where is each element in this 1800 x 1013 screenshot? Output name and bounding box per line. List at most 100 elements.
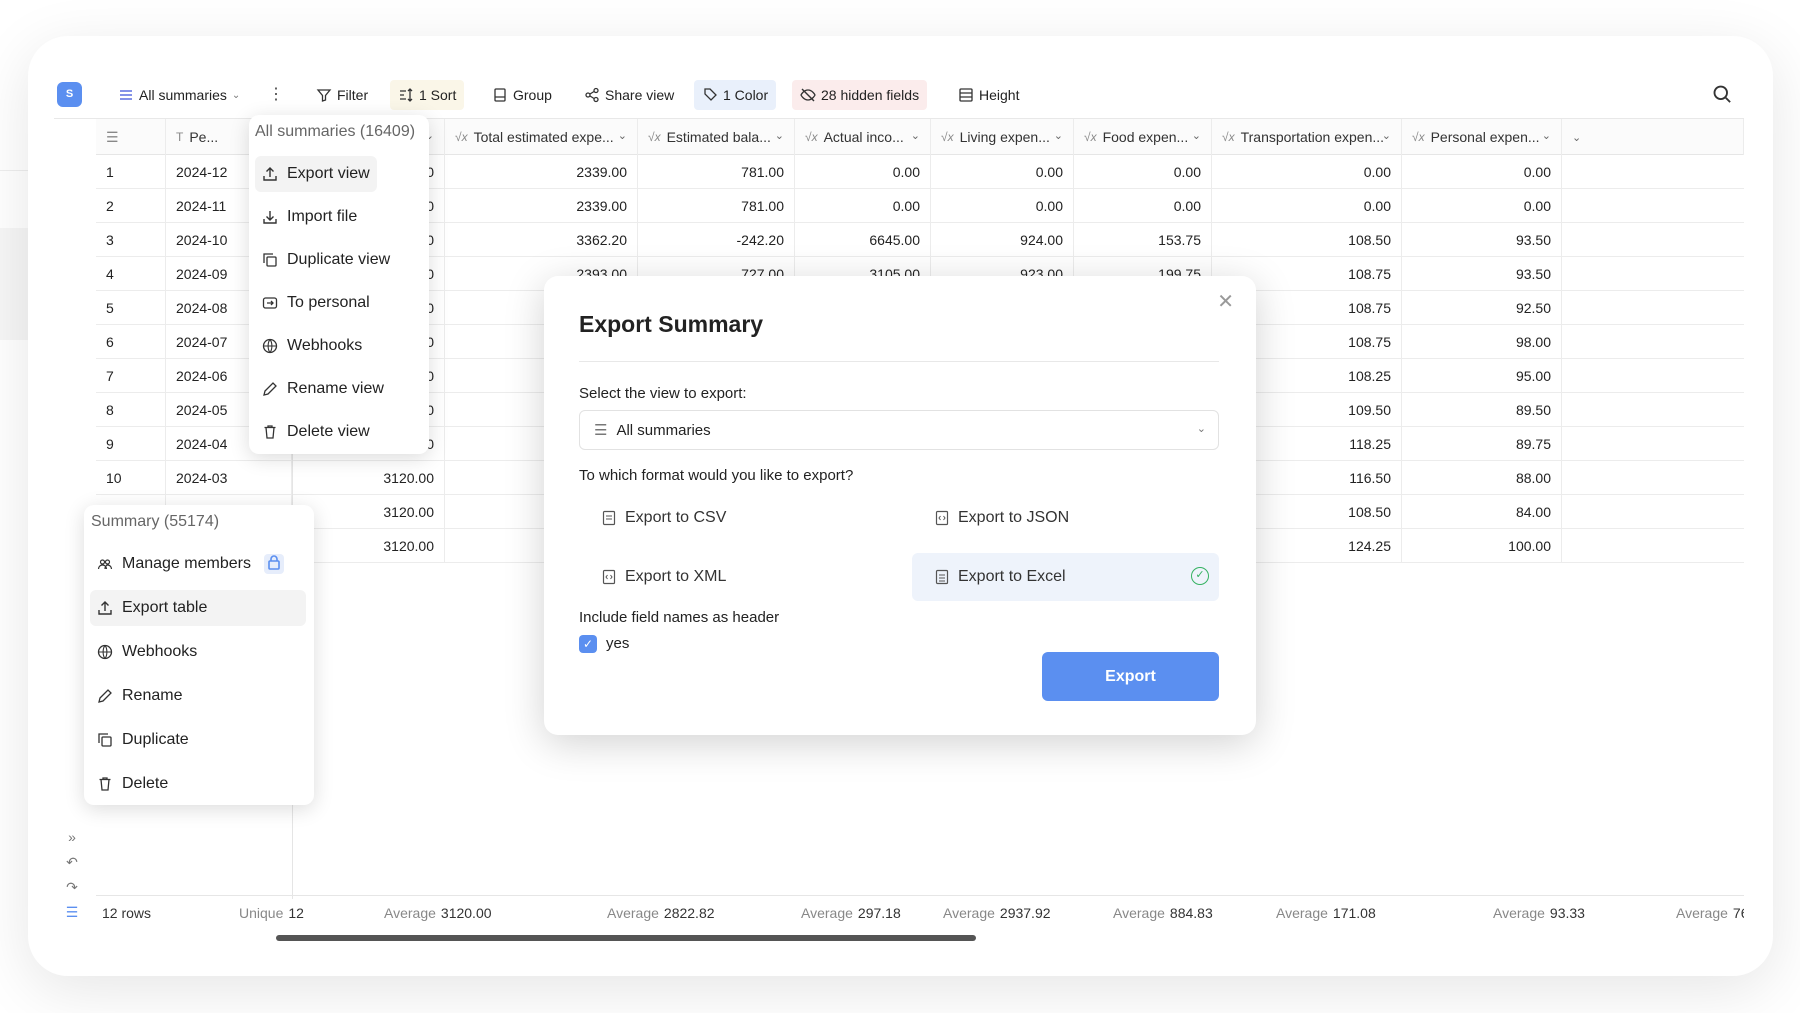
menu-to-personal[interactable]: To personal (255, 285, 377, 321)
table-cell[interactable]: 98.00 (1402, 325, 1562, 359)
menu-delete[interactable]: Delete (90, 766, 175, 802)
table-cell[interactable]: 0.00 (1074, 189, 1212, 223)
column-header-total-estimated[interactable]: √x Total estimated expe... ⌄ (445, 119, 638, 155)
table-cell[interactable]: 2 (96, 189, 166, 223)
table-cell[interactable]: 153.75 (1074, 223, 1212, 257)
table-cell[interactable]: 3362.20 (445, 223, 638, 257)
table-cell[interactable]: 108.50 (1212, 223, 1402, 257)
table-cell[interactable]: 924.00 (931, 223, 1074, 257)
column-header-actual-income[interactable]: √x Actual inco... ⌄ (795, 119, 931, 155)
base-logo[interactable]: S (57, 82, 82, 107)
menu-webhooks[interactable]: Webhooks (255, 328, 369, 364)
table-cell[interactable]: 2024-03 (166, 461, 292, 495)
average-stat[interactable]: Average76.98 (1676, 896, 1744, 930)
average-stat[interactable]: Average 2937.92 (943, 896, 1051, 930)
table-cell[interactable]: 6 (96, 325, 166, 359)
redo-icon[interactable]: ↷ (62, 879, 82, 904)
average-stat[interactable]: Average 171.08 (1276, 896, 1376, 930)
menu-export-view[interactable]: Export view (255, 156, 377, 192)
table-cell[interactable]: 0.00 (931, 189, 1074, 223)
table-cell[interactable]: 5 (96, 291, 166, 325)
table-cell[interactable]: 0.00 (795, 189, 931, 223)
column-header-estimated-balance[interactable]: √x Estimated bala... ⌄ (638, 119, 795, 155)
hidden-fields-button[interactable]: 28 hidden fields (792, 80, 928, 110)
table-cell[interactable]: 0.00 (1212, 189, 1402, 223)
format-csv-option[interactable]: Export to CSV (579, 494, 889, 542)
menu-manage-members[interactable]: Manage members (90, 546, 291, 582)
average-stat[interactable]: Average 2822.82 (607, 896, 715, 930)
column-header-transportation[interactable]: √x Transportation expen... ⌄ (1212, 119, 1402, 155)
format-xml-option[interactable]: Export to XML (579, 553, 889, 601)
sort-label: 1 Sort (419, 87, 457, 103)
table-cell[interactable]: 95.00 (1402, 359, 1562, 393)
average-stat[interactable]: Average 93.33 (1493, 896, 1585, 930)
format-json-option[interactable]: Export to JSON (912, 494, 1219, 542)
table-cell[interactable]: 9 (96, 427, 166, 461)
table-cell[interactable]: 89.50 (1402, 393, 1562, 427)
table-cell[interactable]: 2339.00 (445, 189, 638, 223)
table-cell[interactable]: 0.00 (795, 155, 931, 189)
table-cell[interactable]: 4 (96, 257, 166, 291)
more-options-icon[interactable]: ⋮ (266, 80, 286, 110)
table-cell[interactable]: 3120.00 (292, 495, 445, 529)
table-cell[interactable]: 3120.00 (292, 529, 445, 563)
group-button[interactable]: Group (484, 80, 560, 110)
menu-webhooks[interactable]: Webhooks (90, 634, 204, 670)
table-cell[interactable]: 6645.00 (795, 223, 931, 257)
menu-rename-view[interactable]: Rename view (255, 371, 391, 407)
expand-sidebar-icon[interactable]: » (62, 829, 82, 854)
undo-icon[interactable]: ↶ (62, 854, 82, 879)
height-label: Height (979, 87, 1020, 103)
view-switcher[interactable]: All summaries ⌄ (110, 80, 248, 110)
menu-import-file[interactable]: Import file (255, 199, 364, 235)
sort-button[interactable]: 1 Sort (390, 80, 465, 110)
table-cell[interactable]: 0.00 (1074, 155, 1212, 189)
table-cell[interactable]: 89.75 (1402, 427, 1562, 461)
table-cell[interactable]: 10 (96, 461, 166, 495)
menu-export-table[interactable]: Export table (90, 590, 306, 626)
include-header-checkbox[interactable]: ✓ (579, 635, 597, 653)
table-cell[interactable]: 93.50 (1402, 223, 1562, 257)
close-icon[interactable]: ✕ (1217, 289, 1234, 314)
table-cell[interactable]: 0.00 (931, 155, 1074, 189)
table-cell[interactable]: 92.50 (1402, 291, 1562, 325)
average-stat[interactable]: Average 297.18 (801, 896, 901, 930)
menu-rename[interactable]: Rename (90, 678, 189, 714)
menu-duplicate-view[interactable]: Duplicate view (255, 242, 397, 278)
table-cell[interactable]: 1 (96, 155, 166, 189)
table-cell[interactable]: 3 (96, 223, 166, 257)
row-height-button[interactable]: Height (950, 80, 1027, 110)
column-header-more[interactable]: ⌄ (1562, 119, 1744, 155)
search-icon[interactable] (1712, 84, 1732, 104)
column-header-living-expenses[interactable]: √x Living expen... ⌄ (931, 119, 1074, 155)
column-header-food-expenses[interactable]: √x Food expen... ⌄ (1074, 119, 1212, 155)
format-excel-option[interactable]: Export to Excel ✓ (912, 553, 1219, 601)
table-cell[interactable]: -242.20 (638, 223, 795, 257)
color-button[interactable]: 1 Color (694, 80, 777, 110)
table-cell[interactable]: 0.00 (1402, 155, 1562, 189)
column-header-personal-expenses[interactable]: √x Personal expen... ⌄ (1402, 119, 1562, 155)
table-cell[interactable]: 88.00 (1402, 461, 1562, 495)
horizontal-scrollbar[interactable] (276, 935, 976, 941)
view-select[interactable]: ☰ All summaries ⌄ (579, 410, 1219, 450)
table-cell[interactable]: 781.00 (638, 189, 795, 223)
average-stat[interactable]: Average 884.83 (1113, 896, 1213, 930)
table-cell[interactable]: 2339.00 (445, 155, 638, 189)
unique-stat[interactable]: Unique 12 (239, 896, 304, 930)
menu-duplicate[interactable]: Duplicate (90, 722, 196, 758)
table-cell[interactable]: 0.00 (1212, 155, 1402, 189)
table-cell[interactable]: 781.00 (638, 155, 795, 189)
table-cell[interactable]: 8 (96, 393, 166, 427)
average-stat[interactable]: Average 3120.00 (384, 896, 492, 930)
table-cell[interactable]: 7 (96, 359, 166, 393)
layout-icon[interactable]: ☰ (62, 904, 82, 929)
filter-button[interactable]: Filter (308, 80, 376, 110)
menu-delete-view[interactable]: Delete view (255, 414, 377, 450)
share-view-button[interactable]: Share view (576, 80, 682, 110)
table-cell[interactable]: 3120.00 (292, 461, 445, 495)
table-cell[interactable]: 100.00 (1402, 529, 1562, 563)
table-cell[interactable]: 84.00 (1402, 495, 1562, 529)
table-cell[interactable]: 93.50 (1402, 257, 1562, 291)
export-button[interactable]: Export (1042, 652, 1219, 701)
table-cell[interactable]: 0.00 (1402, 189, 1562, 223)
